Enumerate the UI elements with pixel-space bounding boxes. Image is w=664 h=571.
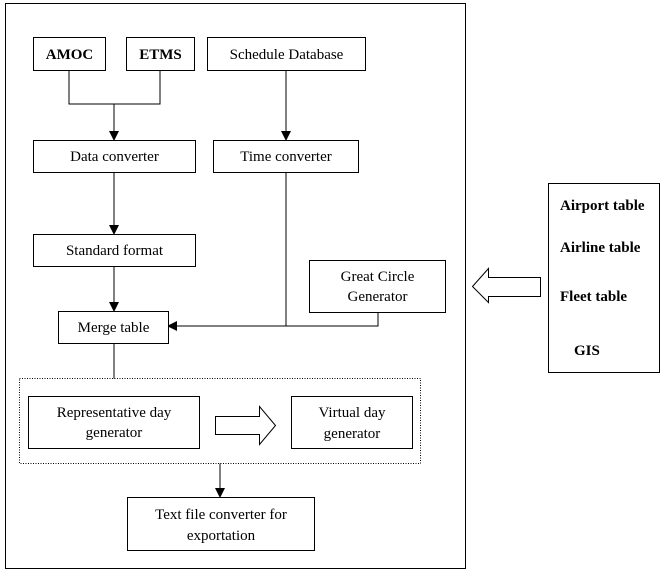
node-label: AMOC bbox=[46, 47, 94, 63]
node-amoc: AMOC bbox=[33, 37, 106, 71]
node-merge-table: Merge table bbox=[58, 311, 169, 344]
node-label: Generator bbox=[348, 289, 408, 305]
hollow-arrow-left-icon bbox=[471, 267, 541, 304]
node-label: generator bbox=[324, 426, 381, 442]
airline-table-label: Airline table bbox=[560, 240, 641, 256]
node-label: Schedule Database bbox=[230, 47, 344, 63]
node-standard-format: Standard format bbox=[33, 234, 196, 267]
node-label: Time converter bbox=[240, 149, 332, 165]
gis-label: GIS bbox=[574, 343, 600, 359]
tables-box: Airport table Airline table Fleet table … bbox=[548, 183, 660, 373]
node-label: Text file converter for bbox=[155, 507, 287, 523]
node-label: generator bbox=[86, 425, 143, 441]
node-label: ETMS bbox=[139, 47, 182, 63]
node-label: Representative day bbox=[57, 405, 172, 421]
flow-diagram: AMOC ETMS Schedule Database Data convert… bbox=[5, 3, 660, 569]
node-label: Standard format bbox=[66, 243, 164, 259]
node-label: Great Circle bbox=[341, 269, 415, 285]
fleet-table-label: Fleet table bbox=[560, 289, 627, 305]
node-label: Merge table bbox=[78, 320, 150, 336]
airport-table-label: Airport table bbox=[560, 198, 645, 214]
node-label: exportation bbox=[187, 528, 256, 544]
node-great-circle-generator: Great Circle Generator bbox=[309, 260, 446, 313]
node-text-file-converter: Text file converter for exportation bbox=[127, 497, 315, 551]
node-virtual-day-generator: Virtual day generator bbox=[291, 396, 413, 449]
node-schedule-database: Schedule Database bbox=[207, 37, 366, 71]
node-representative-day-generator: Representative day generator bbox=[28, 396, 200, 449]
node-time-converter: Time converter bbox=[213, 140, 359, 173]
node-label: Data converter bbox=[70, 149, 159, 165]
node-label: Virtual day bbox=[319, 405, 386, 421]
node-data-converter: Data converter bbox=[33, 140, 196, 173]
node-etms: ETMS bbox=[126, 37, 195, 71]
